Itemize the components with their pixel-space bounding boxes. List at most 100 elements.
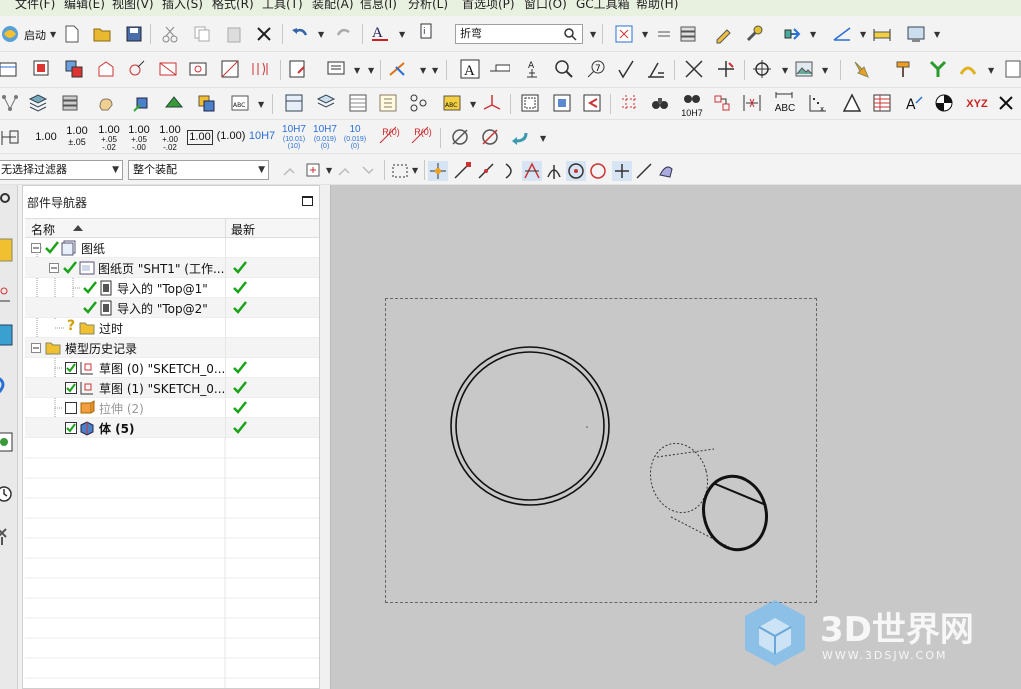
broken-view-icon[interactable]: [250, 59, 270, 79]
select-face-icon[interactable]: [336, 161, 356, 181]
section-view-icon[interactable]: [158, 59, 178, 79]
detail-view-icon[interactable]: [96, 59, 116, 79]
black-white-icon[interactable]: [934, 93, 954, 113]
menu-info[interactable]: 信息(I): [360, 0, 397, 12]
chevron-down-icon[interactable]: ▼: [50, 30, 56, 39]
sort-ascending-icon[interactable]: [73, 225, 83, 231]
stack-icon[interactable]: [60, 93, 80, 113]
snap-all-icon[interactable]: [428, 161, 448, 181]
undo-icon[interactable]: [290, 24, 310, 44]
note-icon[interactable]: A: [460, 59, 480, 79]
datum-target-icon[interactable]: 7: [586, 59, 606, 79]
dim-style-fit-tol[interactable]: 10H7: [280, 125, 308, 135]
area-fill-icon[interactable]: [520, 93, 540, 113]
type-filter-dropdown[interactable]: 无选择过滤器 ▼: [0, 160, 123, 180]
chevron-down-icon[interactable]: ▼: [318, 30, 324, 39]
ordinate-icon[interactable]: [742, 93, 762, 113]
dimension-icon[interactable]: [0, 127, 20, 147]
drawing-template-icon[interactable]: [284, 93, 304, 113]
view-style-icon[interactable]: [326, 59, 346, 79]
chevron-down-icon[interactable]: ▼: [368, 66, 374, 75]
menu-edit[interactable]: 编辑(E): [64, 0, 105, 12]
palette-tab-icon[interactable]: [0, 431, 16, 455]
search-icon[interactable]: [563, 27, 577, 41]
quadrant-point-icon[interactable]: [588, 161, 608, 181]
chevron-down-icon[interactable]: ▼: [432, 66, 438, 75]
redo-icon[interactable]: [334, 24, 354, 44]
roles-tab-icon[interactable]: [0, 525, 16, 547]
revolved-section-icon[interactable]: [220, 59, 240, 79]
select-edge-icon[interactable]: [360, 161, 380, 181]
sheet-stack-icon[interactable]: [316, 93, 336, 113]
datum-feature-icon[interactable]: A: [522, 59, 542, 79]
chevron-down-icon[interactable]: ▼: [399, 30, 405, 39]
green-joint-icon[interactable]: [928, 59, 948, 79]
triangle-icon[interactable]: [842, 93, 862, 113]
menu-help[interactable]: 帮助(H): [636, 0, 678, 12]
menu-analysis[interactable]: 分析(L): [408, 0, 448, 12]
menu-tools[interactable]: 工具(T): [262, 0, 303, 12]
coordinate-system-icon[interactable]: [482, 93, 502, 113]
new-file-icon[interactable]: [62, 24, 82, 44]
orange-arrow-icon[interactable]: [852, 59, 872, 79]
settings-icon[interactable]: [0, 191, 12, 205]
parts-list-icon[interactable]: [348, 93, 368, 113]
crosshatch-icon[interactable]: [552, 93, 572, 113]
yellow-connector-icon[interactable]: [958, 59, 978, 79]
rectangle-select-icon[interactable]: [390, 161, 410, 181]
binoculars-icon[interactable]: [650, 93, 670, 113]
add-component-icon[interactable]: [132, 93, 152, 113]
dim-style-1[interactable]: 1.00: [34, 132, 58, 143]
menu-view[interactable]: 视图(V): [112, 0, 154, 12]
chevron-down-icon[interactable]: ▼: [590, 30, 596, 39]
tree-row-extrude[interactable]: 拉伸 (2): [25, 398, 319, 418]
hammer-icon[interactable]: [894, 59, 914, 79]
section-line-icon[interactable]: [126, 59, 146, 79]
chevron-down-icon[interactable]: ▼: [934, 30, 940, 39]
tree-row-import-2[interactable]: 导入的 "Top@2": [25, 298, 319, 318]
start-label[interactable]: 启动: [24, 27, 46, 43]
checked-checkbox-icon[interactable]: [65, 382, 77, 394]
dim-style-fit-limit[interactable]: 10H7: [311, 125, 339, 135]
hand-icon[interactable]: [96, 93, 116, 113]
return-arrow-icon[interactable]: [510, 127, 530, 147]
collapse-icon[interactable]: [31, 343, 41, 353]
layers-icon[interactable]: [28, 93, 48, 113]
zoom-icon[interactable]: [554, 59, 574, 79]
assembly-nodes-icon[interactable]: [0, 93, 20, 113]
edit-object-icon[interactable]: [714, 24, 734, 44]
dim-style-basic[interactable]: 1.00: [187, 130, 213, 145]
checked-checkbox-icon[interactable]: [65, 422, 77, 434]
boundary-icon[interactable]: [582, 93, 602, 113]
diameter-hole-icon[interactable]: [480, 127, 500, 147]
chevron-down-icon[interactable]: ▼: [420, 66, 426, 75]
text-style-icon[interactable]: A: [370, 22, 390, 42]
dim-style-fit[interactable]: 10H7: [248, 131, 276, 142]
chevron-down-icon[interactable]: ▼: [326, 166, 332, 175]
tree-row-sketch-0[interactable]: 草图 (0) "SKETCH_0...: [25, 358, 319, 378]
base-view-icon[interactable]: [32, 59, 52, 79]
end-point-icon[interactable]: [452, 161, 472, 181]
chevron-down-icon[interactable]: ▼: [540, 134, 546, 143]
balloon-icon[interactable]: [378, 93, 398, 113]
web-browser-tab-icon[interactable]: [0, 373, 16, 397]
feature-control-icon[interactable]: [490, 59, 510, 79]
copy-icon[interactable]: [192, 24, 212, 44]
panel-toggle-icon[interactable]: [1002, 59, 1021, 79]
projected-view-icon[interactable]: [64, 59, 84, 79]
chevron-down-icon[interactable]: ▼: [860, 30, 866, 39]
tree-row-sheet[interactable]: 图纸页 "SHT1" (工作...: [25, 258, 319, 278]
collapse-icon[interactable]: [31, 243, 41, 253]
diameter-icon[interactable]: [450, 127, 470, 147]
chevron-down-icon[interactable]: ▼: [642, 30, 648, 39]
fit-view-icon[interactable]: [614, 24, 634, 44]
chevron-down-icon[interactable]: ▼: [354, 66, 360, 75]
image-icon[interactable]: [794, 59, 814, 79]
tree-row-import-1[interactable]: 导入的 "Top@1": [25, 278, 319, 298]
chevron-down-icon[interactable]: ▼: [782, 66, 788, 75]
tree-row-outdated[interactable]: ? 过时: [25, 318, 319, 338]
menu-window[interactable]: 窗口(O): [524, 0, 567, 12]
assembly-navigator-tab-icon[interactable]: [0, 285, 16, 307]
chevron-down-icon[interactable]: ▼: [988, 66, 994, 75]
view-manager-icon[interactable]: [906, 24, 926, 44]
